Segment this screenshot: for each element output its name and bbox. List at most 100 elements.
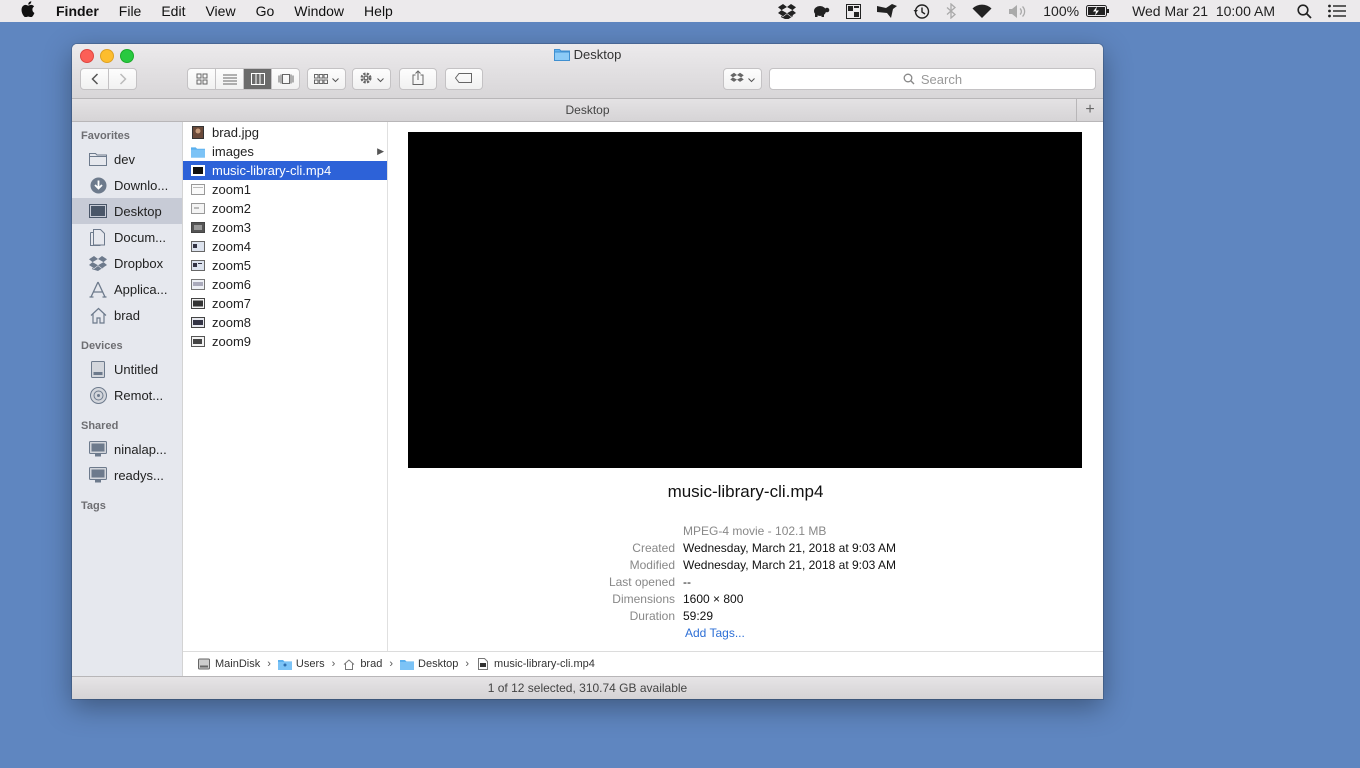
file-row-zoom9[interactable]: zoom9 xyxy=(183,332,387,351)
clock[interactable]: Wed Mar 21 10:00 AM xyxy=(1118,3,1289,19)
wifi-icon[interactable] xyxy=(964,4,1000,19)
meta-label-created: Created xyxy=(632,541,675,555)
menu-edit[interactable]: Edit xyxy=(151,0,195,22)
sidebar-item-readys[interactable]: readys... xyxy=(72,462,182,488)
bluetooth-icon[interactable] xyxy=(938,3,964,19)
cover-flow-view-button[interactable] xyxy=(272,69,299,89)
applications-icon xyxy=(89,280,107,298)
nav-buttons xyxy=(80,68,137,90)
sidebar-item-label: brad xyxy=(114,307,141,323)
file-row-zoom5[interactable]: zoom5 xyxy=(183,256,387,275)
icon-view-button[interactable] xyxy=(188,69,216,89)
video-file-icon xyxy=(476,658,490,670)
home-icon xyxy=(342,658,356,670)
breadcrumb-desktop[interactable]: Desktop xyxy=(400,658,458,670)
file-row-images[interactable]: images ▶ xyxy=(183,142,387,161)
menu-help[interactable]: Help xyxy=(354,0,403,22)
arrange-button[interactable] xyxy=(307,68,346,90)
breadcrumb-users[interactable]: Users xyxy=(277,658,325,670)
sidebar-item-dropbox[interactable]: Dropbox xyxy=(72,250,182,276)
sidebar-item-label: ninalap... xyxy=(114,441,167,457)
dropbox-status-icon[interactable] xyxy=(770,3,804,19)
sidebar-heading-tags[interactable]: Tags xyxy=(81,500,106,512)
video-preview[interactable] xyxy=(408,132,1082,468)
gear-icon xyxy=(359,71,373,88)
folder-icon xyxy=(400,658,415,670)
file-name: zoom3 xyxy=(212,220,252,235)
file-row-zoom4[interactable]: zoom4 xyxy=(183,237,387,256)
window-title: Desktop xyxy=(72,47,1103,64)
desktop-icon xyxy=(89,202,107,220)
menu-go[interactable]: Go xyxy=(246,0,285,22)
documents-icon xyxy=(89,228,107,246)
menu-window[interactable]: Window xyxy=(284,0,354,22)
file-row-brad-jpg[interactable]: brad.jpg xyxy=(183,123,387,142)
battery-percent[interactable]: 100% xyxy=(1036,3,1086,19)
search-icon xyxy=(903,73,915,85)
sidebar-item-label: Desktop xyxy=(114,203,162,219)
bird-app-icon[interactable] xyxy=(869,4,905,18)
breadcrumb-maindisk[interactable]: MainDisk xyxy=(197,658,260,670)
dropbox-toolbar-button[interactable] xyxy=(723,68,762,90)
breadcrumb-brad[interactable]: brad xyxy=(342,658,382,670)
turtle-icon[interactable] xyxy=(804,4,838,18)
sidebar-item-remote-disc[interactable]: Remot... xyxy=(72,382,182,408)
file-row-zoom8[interactable]: zoom8 xyxy=(183,313,387,332)
edit-tags-button[interactable] xyxy=(445,68,483,90)
sidebar-item-desktop[interactable]: Desktop xyxy=(72,198,182,224)
image-file-icon xyxy=(191,126,205,139)
sidebar-item-downloads[interactable]: Downlo... xyxy=(72,172,182,198)
forward-button[interactable] xyxy=(109,69,136,89)
users-folder-icon xyxy=(277,658,292,670)
back-button[interactable] xyxy=(81,69,109,89)
add-tags-link[interactable]: Add Tags... xyxy=(685,626,745,640)
sidebar-item-home[interactable]: brad xyxy=(72,302,182,328)
file-row-zoom3[interactable]: zoom3 xyxy=(183,218,387,237)
file-name: music-library-cli.mp4 xyxy=(212,163,332,178)
time-machine-icon[interactable] xyxy=(905,3,938,20)
sidebar-item-label: Applica... xyxy=(114,281,168,297)
column-view-button[interactable] xyxy=(244,69,272,89)
file-row-zoom2[interactable]: zoom2 xyxy=(183,199,387,218)
list-view-button[interactable] xyxy=(216,69,244,89)
sidebar-item-dev[interactable]: dev xyxy=(72,146,182,172)
volume-icon[interactable] xyxy=(1000,4,1036,19)
sidebar-item-documents[interactable]: Docum... xyxy=(72,224,182,250)
action-button[interactable] xyxy=(352,68,391,90)
battery-icon[interactable] xyxy=(1086,5,1118,17)
disclosure-arrow-icon: ▶ xyxy=(377,146,384,156)
tab-desktop[interactable]: Desktop xyxy=(565,103,609,117)
sidebar-item-applications[interactable]: Applica... xyxy=(72,276,182,302)
file-name: brad.jpg xyxy=(212,125,259,140)
view-mode-segment xyxy=(187,68,300,90)
notification-center-icon[interactable] xyxy=(1320,4,1360,18)
file-row-zoom1[interactable]: zoom1 xyxy=(183,180,387,199)
file-row-music-library-cli[interactable]: music-library-cli.mp4 xyxy=(183,161,387,180)
file-row-zoom7[interactable]: zoom7 xyxy=(183,294,387,313)
sidebar-item-ninalap[interactable]: ninalap... xyxy=(72,436,182,462)
chevron-down-icon xyxy=(377,72,384,86)
search-placeholder: Search xyxy=(920,71,963,87)
status-bar: 1 of 12 selected, 310.74 GB available xyxy=(72,676,1103,699)
new-tab-button[interactable]: + xyxy=(1076,99,1103,121)
apple-menu-icon[interactable] xyxy=(0,1,56,21)
image-file-icon xyxy=(191,221,205,234)
image-file-icon xyxy=(191,240,205,253)
breadcrumb-label: Users xyxy=(295,658,325,670)
share-button[interactable] xyxy=(399,68,437,90)
downloads-icon xyxy=(89,176,107,194)
menu-app-name[interactable]: Finder xyxy=(56,0,109,22)
finder-window: Desktop Search Desktop + Favorites dev D… xyxy=(72,44,1103,699)
search-field[interactable]: Search xyxy=(769,68,1096,90)
tab-bar: Desktop + xyxy=(72,99,1103,122)
menu-view[interactable]: View xyxy=(195,0,245,22)
sidebar-item-label: Remot... xyxy=(114,387,164,403)
meta-value-last-opened: -- xyxy=(683,575,691,589)
sidebar-item-untitled[interactable]: Untitled xyxy=(72,356,182,382)
menu-file[interactable]: File xyxy=(109,0,152,22)
file-row-zoom6[interactable]: zoom6 xyxy=(183,275,387,294)
breadcrumb-label: Desktop xyxy=(418,658,459,670)
spotlight-icon[interactable] xyxy=(1289,3,1320,19)
breadcrumb-file[interactable]: music-library-cli.mp4 xyxy=(476,658,595,670)
grid-app-icon[interactable] xyxy=(838,3,869,19)
